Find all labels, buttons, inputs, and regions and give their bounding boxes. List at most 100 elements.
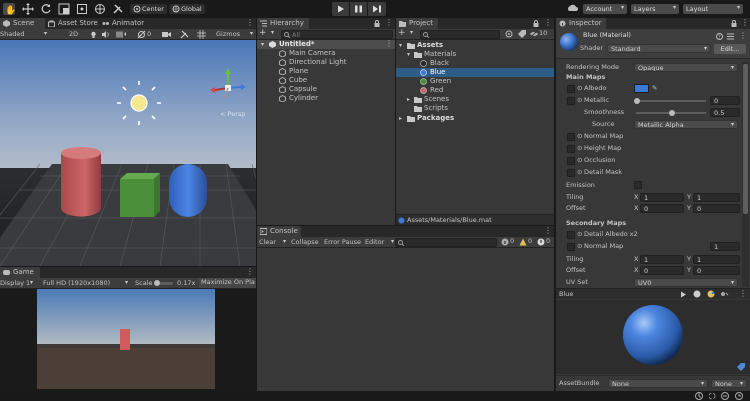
scale-slider[interactable] [154,280,173,286]
metallic-value-field[interactable]: 0 [710,96,740,105]
space-toggle-button[interactable]: Global [169,4,205,14]
tab-inspector[interactable]: Inspector [556,18,606,29]
auto-refresh-icon[interactable] [735,392,743,400]
filter-label-icon[interactable] [518,30,526,38]
debug-mode-icon[interactable] [721,392,729,400]
expand-arrow-icon[interactable]: ▾ [399,41,402,50]
detail-albedo-picker-icon[interactable]: ⊙ [577,230,582,239]
help-icon[interactable]: ? [716,33,723,40]
rect-tool-icon[interactable] [76,3,88,15]
inspector-scrollbar-thumb[interactable] [743,64,748,214]
toggle-2d-button[interactable]: 2D [69,30,78,39]
collab-icon[interactable] [567,4,579,14]
project-create-dropdown[interactable]: + [398,28,416,38]
metallic-slider-handle[interactable] [634,98,640,104]
console-search-input[interactable] [395,238,497,247]
edit-shader-button[interactable]: Edit... [714,44,746,54]
pause-button[interactable] [350,2,367,16]
move-tool-icon[interactable] [22,3,34,15]
hand-tool-icon[interactable]: ✋ [3,3,16,16]
list-item[interactable]: Main Camera [257,49,395,58]
detail-albedo-slot[interactable] [567,231,575,239]
eyedropper-icon[interactable]: ✎ [652,84,657,93]
tab-scene[interactable]: Scene [0,18,45,29]
transform-tool-icon[interactable] [94,3,106,15]
material-item[interactable]: Red [396,86,554,95]
project-menu-icon[interactable] [544,18,552,28]
log-filter-toggle[interactable]: 0 [501,237,517,247]
scale-tool-icon[interactable] [58,3,70,15]
detail-normal-picker-icon[interactable]: ⊙ [577,242,582,251]
smoothness-slider-handle[interactable] [669,110,675,116]
list-item[interactable]: Cylinder [257,94,395,103]
lock-icon[interactable] [533,20,539,27]
preview-menu-icon[interactable] [739,289,747,299]
persp-label[interactable]: < Persp [220,110,245,118]
folder-materials[interactable]: ▾ Materials [396,50,554,59]
lock-icon[interactable] [374,20,380,27]
account-dropdown[interactable]: Account [583,3,627,14]
clear-dropdown[interactable]: Clear [259,237,289,247]
asset-bundle-variant-dropdown[interactable]: None [711,379,747,388]
project-search-input[interactable] [420,30,500,39]
tools-icon[interactable] [180,30,189,39]
rendering-mode-dropdown[interactable]: Opaque [634,63,738,72]
tiling-y-field[interactable]: 1 [693,193,740,202]
label-tag-icon[interactable] [737,363,745,371]
collapse-arrow-icon[interactable]: ▸ [407,95,410,104]
occlusion-picker-icon[interactable]: ⊙ [577,156,582,165]
list-item[interactable]: Directional Light [257,58,395,67]
hidden-objects-icon[interactable]: 0 [137,30,155,39]
folder-packages[interactable]: ▸ Packages [396,114,554,123]
error-pause-button[interactable]: Error Pause [324,238,361,247]
uv-set-dropdown[interactable]: UV0 [634,278,738,287]
scene-menu-icon[interactable] [246,18,254,28]
scene-viewport[interactable]: < Persp [0,40,256,266]
hierarchy-menu-icon[interactable] [385,18,393,28]
normal-map-picker-icon[interactable]: ⊙ [577,132,582,141]
preview-sphere-icon[interactable] [693,290,701,298]
editor-target-dropdown[interactable]: Editor [365,237,397,247]
material-menu-icon[interactable] [739,31,747,41]
warning-filter-toggle[interactable]: 0 [519,237,535,247]
normal-map-slot[interactable] [567,133,575,141]
metallic-slider[interactable] [634,98,706,104]
smoothness-slider[interactable] [636,110,706,116]
preview-options-icon[interactable] [720,290,729,298]
tab-console[interactable]: Console [257,226,301,237]
error-filter-toggle[interactable]: 0 [537,237,553,247]
detail-mask-picker-icon[interactable]: ⊙ [577,168,582,177]
game-menu-icon[interactable] [246,267,254,277]
smoothness-value-field[interactable]: 0.5 [710,108,740,117]
console-menu-icon[interactable] [544,226,552,236]
scene-camera-icon[interactable] [162,31,172,38]
scene-root-row[interactable]: ▾ Untitled* [257,39,395,49]
effects-icon[interactable] [116,31,126,38]
create-dropdown[interactable]: + [259,28,277,38]
offset-x-field[interactable]: 0 [640,204,684,213]
material-item-selected[interactable]: Blue [396,68,554,77]
height-map-picker-icon[interactable]: ⊙ [577,144,582,153]
offset2-x-field[interactable]: 0 [640,266,684,275]
maximize-on-play-button[interactable]: Maximize On Pla [199,278,256,288]
play-button[interactable] [332,2,349,16]
collapse-button[interactable]: Collapse [291,238,319,247]
shader-dropdown[interactable]: Standard [607,44,711,53]
asset-bundle-dropdown[interactable]: None [608,379,708,388]
tab-game[interactable]: Game [0,267,40,278]
lock-icon[interactable] [731,20,737,27]
albedo-picker-icon[interactable]: ⊙ [577,84,582,93]
offset-y-field[interactable]: 0 [693,204,740,213]
detail-mask-slot[interactable] [567,169,575,177]
list-item[interactable]: Plane [257,67,395,76]
folder-scenes[interactable]: ▸ Scenes [396,95,554,104]
preview-lighting-icon[interactable] [707,290,716,298]
source-dropdown[interactable]: Metallic Alpha [634,120,738,129]
hierarchy-search-input[interactable]: All [281,30,393,39]
detail-normal-map-slot[interactable] [567,243,575,251]
tab-asset-store[interactable]: Asset Store [45,18,99,29]
filter-type-icon[interactable] [505,30,513,38]
scene-row-menu-icon[interactable] [385,39,393,49]
layers-dropdown[interactable]: Layers [631,3,679,14]
tab-animator[interactable]: Animator [99,18,149,29]
